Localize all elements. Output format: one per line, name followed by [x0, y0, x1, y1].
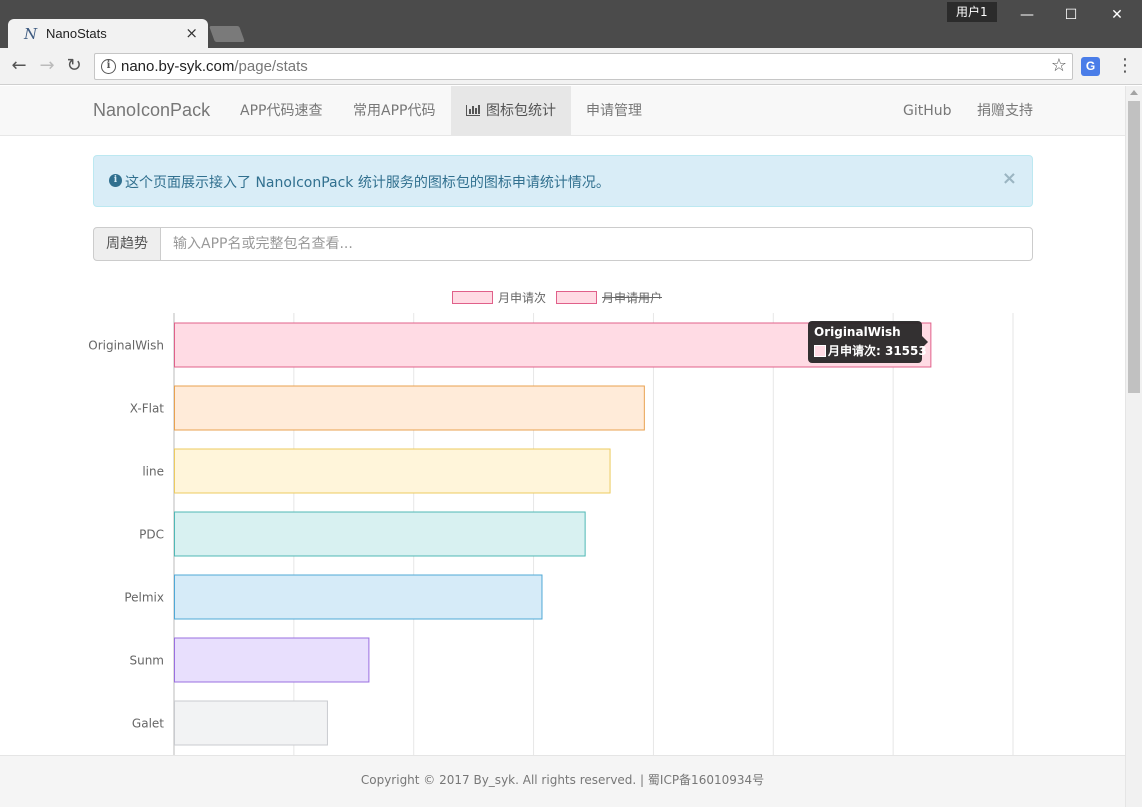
legend-label: 月申请次 [498, 291, 546, 305]
profile-badge[interactable]: 用户1 [947, 2, 997, 22]
nav-link-request-management[interactable]: 申请管理 [571, 86, 657, 136]
info-circle-icon: i [109, 174, 122, 187]
chart-bar [174, 448, 611, 494]
url-host: nano.by-syk.com [121, 58, 235, 75]
y-tick-label: PDC [139, 528, 164, 542]
weekly-trend-button[interactable]: 周趋势 [93, 227, 161, 261]
y-tick-label: Sunm [129, 654, 164, 668]
tooltip-title: OriginalWish [814, 325, 901, 339]
nav-link-common-app-code[interactable]: 常用APP代码 [338, 86, 450, 136]
site-navbar: NanoIconPack APP代码速查 常用APP代码 图标包统计 申请管理 … [0, 86, 1125, 136]
y-tick-label: X-Flat [130, 402, 165, 416]
scrollbar-thumb[interactable] [1128, 101, 1140, 393]
url-text: nano.by-syk.com/page/stats [121, 58, 308, 75]
request-stats-chart: 月申请次 月申请用户 OriginalWish X-Flat line PDC Pelmix… [0, 281, 1125, 761]
legend-swatch [452, 291, 493, 304]
tab-favicon-icon: N [24, 25, 38, 43]
nav-link-donate[interactable]: 捐赠支持 [962, 86, 1048, 136]
legend-swatch [556, 291, 597, 304]
nav-link-github[interactable]: GitHub [888, 86, 967, 136]
chart-bar [174, 385, 645, 431]
chart-bar [174, 574, 543, 620]
bookmark-star-icon[interactable]: ☆ [1051, 55, 1067, 76]
app-search-input[interactable] [160, 227, 1033, 261]
page-footer: Copyright © 2017 By_syk. All rights rese… [0, 755, 1125, 807]
chart-bar [174, 511, 586, 557]
info-alert: i 这个页面展示接入了 NanoIconPack 统计服务的图标包的图标申请统计… [93, 155, 1033, 207]
scroll-up-icon[interactable] [1130, 90, 1138, 95]
address-bar[interactable]: i nano.by-syk.com/page/stats ☆ [94, 53, 1073, 80]
alert-text: 这个页面展示接入了 NanoIconPack 统计服务的图标包的图标申请统计情况… [125, 175, 610, 191]
tooltip-swatch [814, 345, 826, 357]
y-tick-label: Pelmix [124, 591, 164, 605]
tab-close-icon[interactable]: × [185, 24, 198, 42]
maximize-icon[interactable]: ☐ [1056, 4, 1086, 26]
nav-link-app-code-lookup[interactable]: APP代码速查 [225, 86, 337, 136]
tooltip-label: 月申请次: 31553 [827, 343, 927, 358]
nav-link-label: 图标包统计 [486, 103, 556, 119]
url-path: /page/stats [234, 58, 308, 75]
nav-link-icon-pack-stats[interactable]: 图标包统计 [451, 86, 571, 136]
back-arrow-icon[interactable]: ← [7, 54, 31, 78]
browser-tab[interactable]: N NanoStats × [8, 19, 208, 49]
translate-extension-icon[interactable]: G [1081, 57, 1100, 76]
tab-title: NanoStats [46, 26, 107, 41]
close-window-icon[interactable]: ✕ [1102, 4, 1132, 26]
minimize-icon[interactable]: — [1012, 4, 1042, 26]
bar-chart-icon [466, 105, 480, 116]
search-group: 周趋势 [93, 227, 1033, 261]
chart-bar [174, 637, 370, 683]
forward-arrow-icon[interactable]: → [35, 54, 59, 78]
page-scrollbar[interactable] [1125, 86, 1142, 807]
browser-toolbar: ← → ↻ i nano.by-syk.com/page/stats ☆ G ⋮ [0, 48, 1142, 85]
y-tick-label: OriginalWish [88, 339, 164, 353]
browser-menu-icon[interactable]: ⋮ [1116, 55, 1134, 77]
y-tick-label: Galet [132, 717, 164, 731]
title-bar: N NanoStats × 用户1 — ☐ ✕ [0, 0, 1142, 49]
site-info-icon[interactable]: i [101, 59, 116, 74]
navbar-brand[interactable]: NanoIconPack [93, 100, 210, 121]
page-viewport: NanoIconPack APP代码速查 常用APP代码 图标包统计 申请管理 … [0, 86, 1125, 807]
new-tab-button[interactable] [209, 26, 245, 42]
chart-canvas: 月申请次 月申请用户OriginalWishX-FlatlinePDCPelmix… [88, 290, 1014, 761]
chart-bar [174, 700, 328, 746]
alert-close-button[interactable]: × [1002, 168, 1017, 189]
y-tick-label: line [142, 465, 164, 479]
reload-icon[interactable]: ↻ [62, 54, 86, 78]
